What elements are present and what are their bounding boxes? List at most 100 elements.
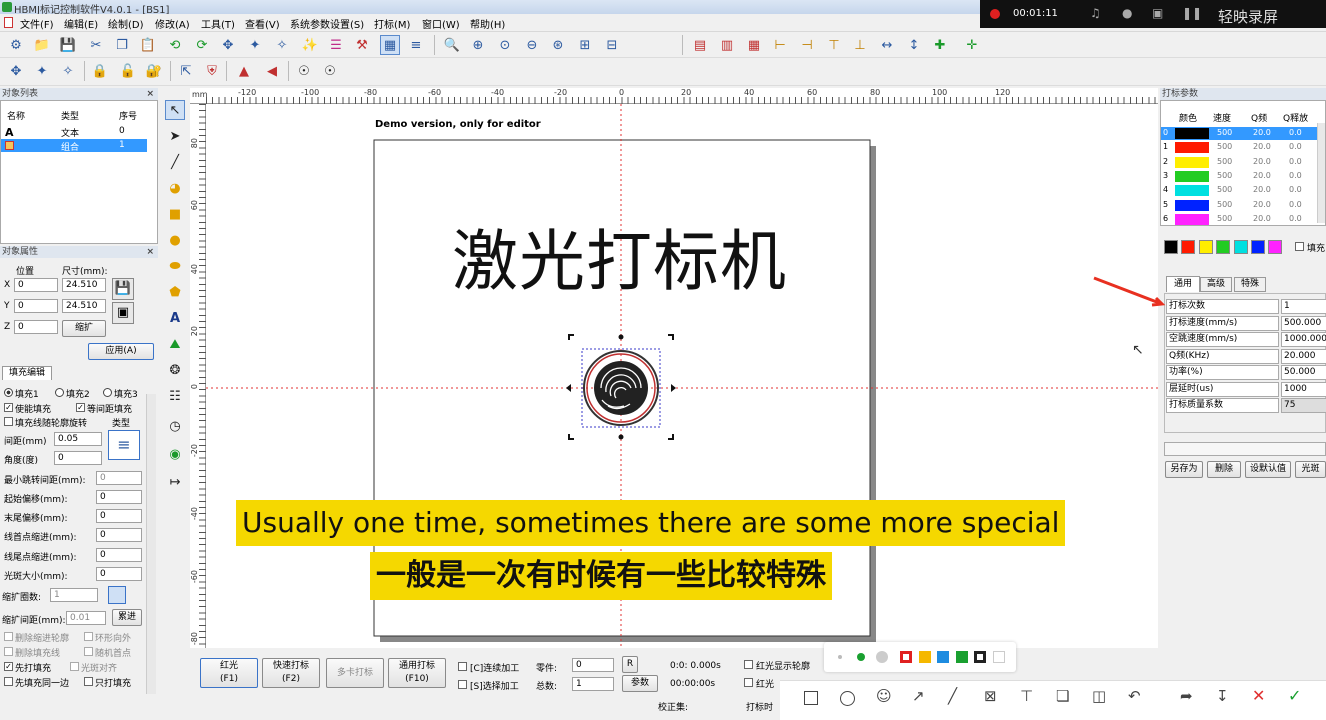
- move-origin-icon[interactable]: ⇱: [176, 61, 196, 81]
- table-row[interactable]: A 文本 0: [1, 125, 147, 139]
- size-medium-dot[interactable]: [857, 653, 865, 661]
- red-light-button[interactable]: 红光 (F1): [200, 658, 258, 688]
- scale-button[interactable]: 缩扩: [62, 320, 106, 337]
- node-join-icon[interactable]: ✧: [58, 61, 78, 81]
- tab-general[interactable]: 通用: [1166, 276, 1200, 292]
- menu-system-params[interactable]: 系统参数设置(S): [290, 16, 364, 31]
- close-icon[interactable]: ×: [146, 88, 154, 100]
- pen-row[interactable]: 2 500 20.0 0.0: [1161, 156, 1317, 169]
- node-add-icon[interactable]: ✥: [6, 61, 26, 81]
- ring-count-input[interactable]: 1: [50, 588, 98, 602]
- red-outline-checkbox[interactable]: [744, 660, 753, 669]
- size-small-dot[interactable]: [838, 655, 842, 659]
- mirror-horizontal-icon[interactable]: ▲: [234, 61, 254, 81]
- download-icon[interactable]: ↧: [1216, 687, 1229, 705]
- general-mark-button[interactable]: 通用打标 (F10): [388, 658, 446, 688]
- select-node-icon[interactable]: ✦: [245, 35, 265, 55]
- palette-color-swatch[interactable]: [937, 651, 950, 663]
- menu-mark[interactable]: 打标(M): [374, 16, 410, 31]
- io-port-icon[interactable]: ◉: [165, 444, 185, 464]
- zoom-selection-icon[interactable]: ⊛: [548, 35, 568, 55]
- select-arrow-icon[interactable]: ↖: [165, 100, 185, 120]
- align-node-icon[interactable]: ✧: [272, 35, 292, 55]
- red-light2-checkbox[interactable]: [744, 678, 753, 687]
- quick-mark-button[interactable]: 快速打标 (F2): [262, 658, 320, 688]
- pen-row[interactable]: 6 500 20.0 0.0: [1161, 213, 1317, 225]
- confirm-icon[interactable]: ✓: [1288, 686, 1301, 705]
- same-width-icon[interactable]: ↔: [877, 35, 897, 55]
- rectangle-icon[interactable]: ■: [165, 204, 185, 224]
- fill-checkbox[interactable]: [1295, 242, 1304, 251]
- fill-type-icon[interactable]: ≡: [108, 430, 140, 460]
- line-tool-icon[interactable]: ╱: [948, 687, 957, 705]
- align-horizontal-icon[interactable]: ▤: [690, 35, 710, 55]
- end-offset-input[interactable]: 0: [96, 509, 142, 523]
- mirror-vertical-icon[interactable]: ◀: [262, 61, 282, 81]
- microphone-icon[interactable]: ●: [1122, 6, 1132, 20]
- pen-table-scrollbar[interactable]: [1317, 123, 1325, 223]
- spot-align-checkbox[interactable]: [70, 662, 79, 671]
- cut-icon[interactable]: ✂: [86, 35, 106, 55]
- barcode-icon[interactable]: ☷: [165, 386, 185, 406]
- save-icon[interactable]: 💾: [58, 35, 78, 55]
- arrow-tool-icon[interactable]: ↗: [912, 687, 925, 705]
- select-process-checkbox[interactable]: [458, 680, 467, 689]
- open-folder-icon[interactable]: 📁: [32, 35, 52, 55]
- spacing-input[interactable]: 0.05: [54, 432, 102, 446]
- reset-count-button[interactable]: R: [622, 656, 638, 673]
- tab-special[interactable]: 特殊: [1234, 277, 1266, 292]
- ring-icon[interactable]: [108, 586, 126, 604]
- record-dot-icon[interactable]: [990, 9, 1000, 19]
- remove-outline-checkbox[interactable]: [4, 632, 13, 641]
- line-icon[interactable]: ╱: [165, 152, 185, 172]
- fill-color-icon[interactable]: ⛨: [202, 61, 222, 81]
- params-button[interactable]: 参数: [622, 675, 658, 692]
- min-jump-input[interactable]: 0: [96, 471, 142, 485]
- fill-only-checkbox[interactable]: [84, 677, 93, 686]
- settings-icon[interactable]: ⚙: [6, 35, 26, 55]
- ellipse-icon[interactable]: ⬬: [165, 256, 185, 276]
- color-swatch[interactable]: [1268, 240, 1283, 254]
- main-text-object[interactable]: 激光打标机: [452, 208, 787, 304]
- zoom-all-icon[interactable]: ⊟: [602, 35, 622, 55]
- vector-file-icon[interactable]: ❂: [165, 360, 185, 380]
- timer-icon[interactable]: ◷: [165, 416, 185, 436]
- align-center-icon[interactable]: ▦: [744, 35, 764, 55]
- copy-icon[interactable]: ❐: [112, 35, 132, 55]
- accumulate-button[interactable]: 累进: [112, 609, 142, 626]
- y-input[interactable]: 0: [14, 299, 58, 313]
- pen-row[interactable]: 1 500 20.0 0.0: [1161, 141, 1317, 154]
- text-annot-icon[interactable]: ⊤: [1020, 687, 1033, 705]
- pause-icon[interactable]: ❚❚: [1182, 6, 1202, 20]
- zoom-in-icon[interactable]: ⊕: [468, 35, 488, 55]
- ruler-icon[interactable]: ≡: [406, 35, 426, 55]
- cancel-icon[interactable]: ✕: [1252, 686, 1265, 705]
- multi-mark-button[interactable]: 多卡打标: [326, 658, 384, 688]
- align-vertical-icon[interactable]: ▥: [717, 35, 737, 55]
- align-top-icon[interactable]: ⊤: [824, 35, 844, 55]
- jump-speed-input[interactable]: 1000.000: [1281, 332, 1326, 347]
- node-delete-icon[interactable]: ✦: [32, 61, 52, 81]
- color-swatch[interactable]: [1216, 240, 1231, 254]
- fill-same-side-checkbox[interactable]: [4, 677, 13, 686]
- parts-input[interactable]: 0: [572, 658, 614, 672]
- palette-color-swatch[interactable]: [918, 651, 931, 663]
- save-size-icon[interactable]: 💾: [112, 278, 134, 300]
- random-start-checkbox[interactable]: [84, 647, 93, 656]
- width-input[interactable]: 24.510: [62, 278, 106, 292]
- hatch-icon[interactable]: ☰: [326, 35, 346, 55]
- distribute-icon[interactable]: ✛: [962, 35, 982, 55]
- speaker-icon[interactable]: ♫: [1090, 6, 1101, 20]
- align-right-icon[interactable]: ⊣: [797, 35, 817, 55]
- pin-tool-icon[interactable]: ❏: [1056, 687, 1069, 705]
- color-swatch[interactable]: [1164, 240, 1178, 254]
- menu-modify[interactable]: 修改(A): [155, 16, 190, 31]
- close-icon[interactable]: ×: [146, 246, 154, 258]
- table-row[interactable]: 组合 1: [1, 139, 147, 153]
- menu-view[interactable]: 查看(V): [245, 16, 280, 31]
- node-select-icon[interactable]: ➤: [165, 126, 185, 146]
- same-size-icon[interactable]: ✚: [930, 35, 950, 55]
- ring-outward-checkbox[interactable]: [84, 632, 93, 641]
- ocr-tool-icon[interactable]: ◫: [1092, 687, 1106, 705]
- rectangle-tool-icon[interactable]: [804, 691, 818, 705]
